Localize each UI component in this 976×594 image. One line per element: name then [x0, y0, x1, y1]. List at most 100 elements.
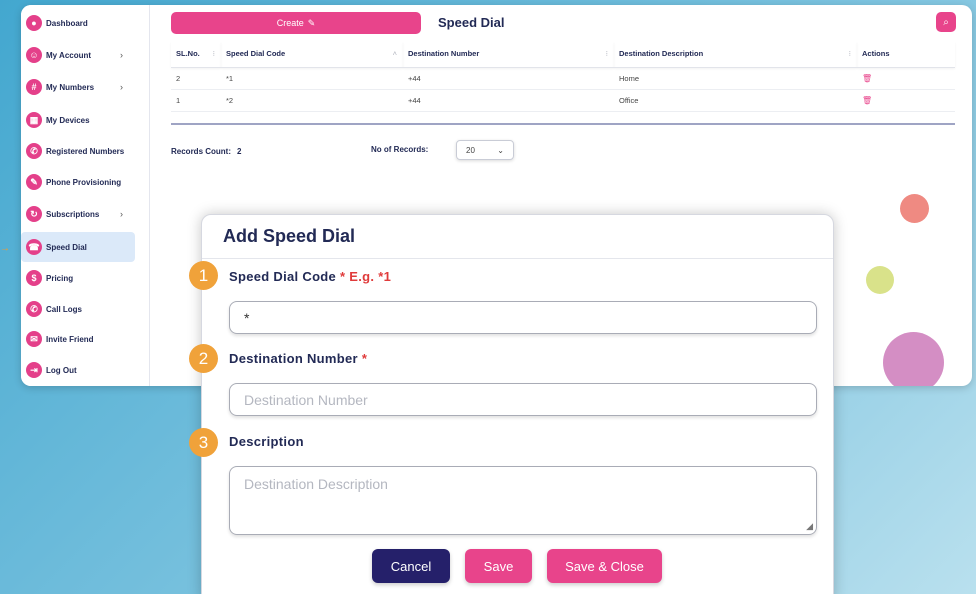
- create-button[interactable]: Create ✎: [171, 12, 421, 34]
- chevron-right-icon: ›: [120, 82, 123, 92]
- resize-grip-icon[interactable]: ◢: [806, 521, 813, 532]
- call-log-icon: ✆: [26, 301, 42, 317]
- sidebar-item-label: My Numbers: [46, 82, 95, 92]
- invite-icon: ✉: [26, 331, 42, 347]
- description-label: Description: [229, 434, 304, 449]
- logout-icon: ⇥: [26, 362, 42, 378]
- sidebar-item-speed-dial[interactable]: ☎ Speed Dial: [21, 232, 135, 262]
- arrow-right-icon: →: [0, 243, 10, 254]
- save-and-close-button[interactable]: Save & Close: [547, 549, 662, 583]
- records-per-page-label: No of Records:: [371, 145, 429, 154]
- speed-dial-table: SL.No. ⁝ Speed Dial Code ˄ Destination Num…: [171, 41, 955, 112]
- save-button[interactable]: Save: [465, 549, 532, 583]
- records-count-value: 2: [237, 147, 242, 156]
- trash-icon[interactable]: 🗑: [862, 96, 872, 105]
- dialog-divider: [202, 258, 833, 259]
- records-per-page-value: 20: [466, 145, 475, 155]
- phone-icon: ✆: [26, 143, 42, 159]
- sidebar: ● Dashboard ☺ My Account › # My Numbers …: [21, 5, 150, 386]
- subscription-icon: ↻: [26, 206, 42, 222]
- sidebar-item-label: Phone Provisioning: [46, 177, 122, 187]
- sidebar-item-subscriptions[interactable]: ↻ Subscriptions ›: [21, 199, 135, 229]
- sidebar-item-pricing[interactable]: $ Pricing: [21, 263, 135, 293]
- sidebar-item-invite-friend[interactable]: ✉ Invite Friend: [21, 324, 135, 354]
- sidebar-item-registered-numbers[interactable]: ✆ Registered Numbers: [21, 136, 135, 166]
- add-speed-dial-dialog: Add Speed Dial 1 Speed Dial Code * E.g. …: [189, 214, 834, 594]
- account-icon: ☺: [26, 47, 42, 63]
- create-button-label: Create: [276, 18, 304, 28]
- edit-icon: ✎: [307, 17, 316, 28]
- cell-actions: 🗑: [857, 89, 955, 112]
- cancel-button[interactable]: Cancel: [372, 549, 450, 583]
- cell-number: +44: [403, 89, 614, 112]
- decorative-bubble: [883, 332, 944, 386]
- step-badge: 2: [189, 344, 218, 373]
- sidebar-item-my-numbers[interactable]: # My Numbers ›: [21, 72, 135, 102]
- user-icon: ●: [26, 15, 42, 31]
- sidebar-item-dashboard[interactable]: ● Dashboard: [21, 8, 135, 38]
- wrench-icon: ✎: [26, 174, 42, 190]
- column-header[interactable]: Speed Dial Code ˄: [221, 41, 403, 68]
- sidebar-item-my-account[interactable]: ☺ My Account ›: [21, 40, 135, 70]
- sidebar-item-label: Pricing: [46, 273, 74, 283]
- page-title: Speed Dial: [438, 15, 505, 30]
- table-row: 2 *1 +44 Home 🗑: [171, 67, 955, 90]
- records-per-page-select[interactable]: 20 ⌄: [456, 140, 514, 160]
- sidebar-item-label: Dashboard: [46, 18, 88, 28]
- records-count-label: Records Count:: [171, 147, 231, 156]
- table-divider: [171, 123, 955, 125]
- cell-code: *1: [221, 67, 403, 90]
- search-icon[interactable]: ⌕: [936, 12, 956, 32]
- sort-icon: ˄: [392, 49, 397, 59]
- step-badge: 3: [189, 428, 218, 457]
- cell-number: +44: [403, 67, 614, 90]
- column-header: Actions: [857, 41, 955, 68]
- sidebar-item-call-logs[interactable]: ✆ Call Logs: [21, 294, 135, 324]
- cell-description: Home: [614, 67, 857, 90]
- step-badge: 1: [189, 261, 218, 290]
- sort-icon: ⁝: [605, 49, 608, 59]
- dialog-title: Add Speed Dial: [223, 226, 356, 246]
- sidebar-item-label: Invite Friend: [46, 334, 94, 344]
- description-placeholder: Destination Description: [244, 476, 388, 492]
- sidebar-item-label: My Account: [46, 50, 92, 60]
- records-count: Records Count: 2: [171, 147, 241, 156]
- trash-icon[interactable]: 🗑: [862, 74, 872, 83]
- column-header[interactable]: SL.No. ⁝: [171, 41, 221, 68]
- required-hint: *: [361, 351, 368, 366]
- speed-dial-code-label: Speed Dial Code * E.g. *1: [229, 269, 392, 284]
- speed-dial-code-input[interactable]: *: [229, 301, 817, 334]
- sidebar-item-label: Registered Numbers: [46, 146, 125, 156]
- cell-sl: 1: [171, 89, 221, 112]
- sidebar-item-log-out[interactable]: ⇥ Log Out: [21, 355, 135, 385]
- destination-number-label: Destination Number *: [229, 351, 368, 366]
- chevron-down-icon: ⌄: [497, 145, 504, 155]
- cell-actions: 🗑: [857, 67, 955, 90]
- chevron-right-icon: ›: [120, 209, 123, 219]
- table-row: 1 *2 +44 Office 🗑: [171, 89, 955, 112]
- cell-code: *2: [221, 89, 403, 112]
- destination-number-input[interactable]: Destination Number: [229, 383, 817, 416]
- sidebar-item-my-devices[interactable]: ▦ My Devices: [21, 105, 135, 135]
- description-textarea[interactable]: Destination Description ◢: [229, 466, 817, 535]
- chevron-right-icon: ›: [120, 50, 123, 60]
- sidebar-item-label: Call Logs: [46, 304, 83, 314]
- pricing-icon: $: [26, 270, 42, 286]
- devices-icon: ▦: [26, 112, 42, 128]
- table-header-row: SL.No. ⁝ Speed Dial Code ˄ Destination Num…: [171, 41, 955, 68]
- sidebar-item-label: Log Out: [46, 365, 77, 375]
- cell-description: Office: [614, 89, 857, 112]
- required-hint: * E.g. *1: [340, 269, 392, 284]
- sidebar-item-label: Subscriptions: [46, 209, 100, 219]
- column-header[interactable]: Destination Description ⁝: [614, 41, 857, 68]
- sort-icon: ⁝: [848, 49, 851, 59]
- column-header[interactable]: Destination Number ⁝: [403, 41, 614, 68]
- speed-dial-icon: ☎: [26, 239, 42, 255]
- sidebar-item-phone-provisioning[interactable]: ✎ Phone Provisioning: [21, 167, 135, 197]
- hash-icon: #: [26, 79, 42, 95]
- cell-sl: 2: [171, 67, 221, 90]
- sort-icon: ⁝: [212, 49, 215, 59]
- sidebar-item-label: Speed Dial: [46, 242, 87, 252]
- sidebar-item-label: My Devices: [46, 115, 90, 125]
- decorative-bubble: [866, 266, 894, 294]
